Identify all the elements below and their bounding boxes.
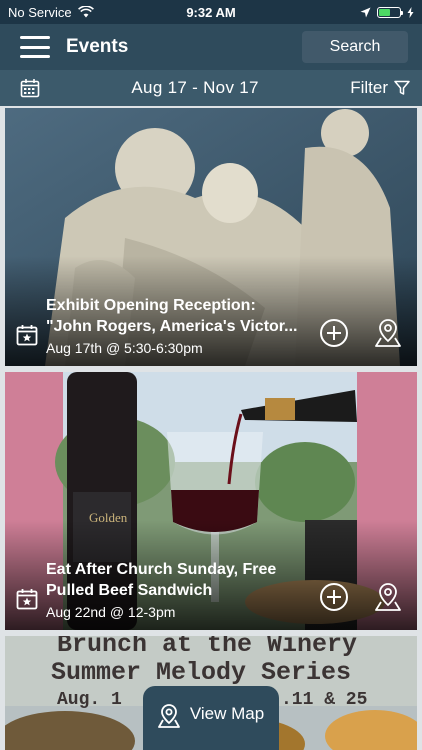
wifi-icon (77, 6, 94, 18)
event-title-line2: Pulled Beef Sandwich (46, 582, 213, 599)
poster-text-line3: Aug. 1 (57, 690, 122, 710)
event-datetime: Aug 22nd @ 12-3pm (46, 604, 176, 620)
date-range-label[interactable]: Aug 17 - Nov 17 (40, 78, 350, 98)
page-title: Events (66, 36, 129, 57)
carrier-label: No Service (8, 4, 72, 20)
map-pin-icon[interactable] (374, 318, 402, 348)
event-card[interactable]: Exhibit Opening Reception: "John Rogers,… (5, 108, 417, 366)
battery-level (379, 8, 390, 16)
menu-icon[interactable] (20, 36, 50, 58)
event-title-line2: "John Rogers, America's Victor... (46, 318, 298, 335)
filter-button[interactable]: Filter (350, 78, 410, 98)
event-card[interactable]: Eat After Church Sunday, Free Pulled Bee… (5, 372, 417, 630)
nav-bar: Events Search (0, 24, 422, 70)
add-event-button[interactable] (320, 319, 348, 347)
event-title-line1: Eat After Church Sunday, Free (46, 561, 277, 578)
event-title-line1: Exhibit Opening Reception: (46, 297, 256, 314)
filter-funnel-icon (394, 80, 410, 95)
view-map-button[interactable]: View Map (143, 686, 279, 750)
search-button[interactable]: Search (302, 31, 408, 63)
event-datetime: Aug 17th @ 5:30-6:30pm (46, 340, 203, 356)
calendar-icon[interactable] (20, 78, 40, 98)
calendar-star-icon (16, 589, 38, 610)
calendar-star-icon (16, 325, 38, 346)
map-pin-icon (157, 704, 180, 728)
poster-text-line2: Summer Melody Series (51, 658, 352, 687)
status-bar: No Service 9:32 AM (0, 0, 422, 24)
clock: 9:32 AM (186, 4, 236, 20)
bottle-label-text: Golden (89, 510, 128, 525)
date-range-bar: Aug 17 - Nov 17 Filter (0, 70, 422, 106)
charging-bolt-icon (407, 6, 414, 18)
event-list[interactable]: Exhibit Opening Reception: "John Rogers,… (0, 106, 422, 750)
filter-label: Filter (350, 78, 388, 97)
poster-text-line1: Brunch at the Winery (57, 636, 358, 659)
battery-icon (377, 6, 403, 18)
view-map-label: View Map (189, 704, 265, 723)
map-pin-icon[interactable] (374, 582, 402, 612)
poster-text-line4: .11 & 25 (281, 690, 368, 710)
location-arrow-icon (360, 7, 371, 17)
add-event-button[interactable] (320, 583, 348, 611)
